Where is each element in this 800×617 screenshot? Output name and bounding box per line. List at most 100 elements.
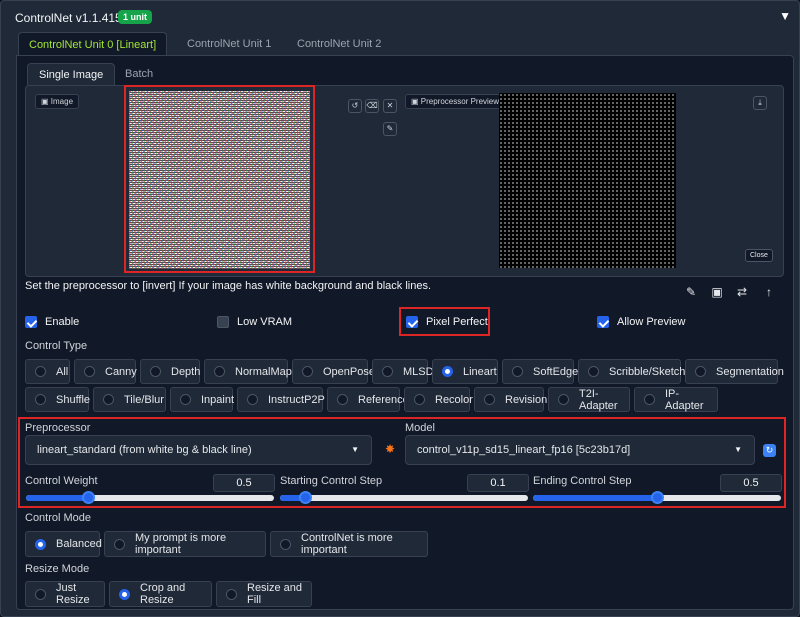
slider-thumb[interactable] bbox=[82, 491, 95, 504]
slider-fill bbox=[26, 495, 88, 501]
starting-step-label: Starting Control Step bbox=[280, 475, 383, 487]
collapse-caret-icon[interactable]: ▼ bbox=[779, 9, 791, 23]
control-type-mlsd[interactable]: MLSD bbox=[372, 359, 434, 384]
radio-dot[interactable] bbox=[382, 366, 393, 377]
radio-dot[interactable] bbox=[588, 366, 599, 377]
radio-dot[interactable] bbox=[150, 366, 161, 377]
brush-icon[interactable]: ✎ bbox=[383, 122, 397, 136]
preprocessor-label: Preprocessor bbox=[25, 422, 91, 434]
tab-batch[interactable]: Batch bbox=[114, 63, 164, 85]
undo-icon[interactable]: ↺ bbox=[348, 99, 362, 113]
control-type-normalmap[interactable]: NormalMap bbox=[204, 359, 292, 384]
control-type-reference[interactable]: Reference bbox=[327, 387, 409, 412]
resize-mode-just-resize[interactable]: Just Resize bbox=[25, 581, 105, 607]
control-type-ip-adapter[interactable]: IP-Adapter bbox=[634, 387, 718, 412]
enable-checkbox[interactable]: Enable bbox=[25, 316, 79, 328]
control-type-depth[interactable]: Depth bbox=[140, 359, 200, 384]
low-vram-checkbox[interactable]: Low VRAM bbox=[217, 316, 292, 328]
radio-dot[interactable] bbox=[35, 366, 46, 377]
radio-dot[interactable] bbox=[114, 538, 125, 550]
starting-step-slider[interactable] bbox=[280, 491, 528, 504]
edit-icon[interactable]: ✎ bbox=[684, 285, 698, 299]
radio-dot[interactable] bbox=[35, 588, 46, 600]
send-dimensions-icon[interactable]: ↑ bbox=[762, 285, 776, 299]
control-type-all[interactable]: All bbox=[25, 359, 70, 384]
radio-dot[interactable] bbox=[247, 394, 258, 405]
radio-dot[interactable] bbox=[414, 394, 425, 405]
control-type-inpaint[interactable]: Inpaint bbox=[170, 387, 234, 412]
control-type-recolor[interactable]: Recolor bbox=[404, 387, 473, 412]
checkbox-label: Enable bbox=[45, 316, 80, 328]
checkbox-label: Allow Preview bbox=[617, 316, 686, 328]
control-mode-prompt[interactable]: My prompt is more important bbox=[104, 531, 266, 557]
tab-unit-0[interactable]: ControlNet Unit 0 [Lineart] bbox=[18, 32, 168, 56]
control-mode-controlnet[interactable]: ControlNet is more important bbox=[270, 531, 428, 557]
control-type-openpose[interactable]: OpenPose bbox=[292, 359, 375, 384]
swap-icon[interactable]: ⇄ bbox=[735, 285, 749, 299]
control-mode-balanced[interactable]: Balanced bbox=[25, 531, 102, 557]
radio-dot[interactable] bbox=[644, 394, 655, 405]
radio-dot[interactable] bbox=[512, 366, 523, 377]
accordion-title[interactable]: ControlNet v1.1.415 bbox=[15, 11, 122, 25]
control-type-segmentation[interactable]: Segmentation bbox=[685, 359, 784, 384]
control-type-softedge[interactable]: SoftEdge bbox=[502, 359, 578, 384]
control-mode-label: Control Mode bbox=[25, 512, 92, 524]
control-weight-slider[interactable] bbox=[26, 491, 274, 504]
tab-unit-2[interactable]: ControlNet Unit 2 bbox=[287, 32, 391, 56]
control-type-canny[interactable]: Canny bbox=[74, 359, 137, 384]
preprocessor-preview-image bbox=[499, 93, 676, 268]
checkbox-mark[interactable] bbox=[25, 316, 37, 328]
radio-dot[interactable] bbox=[180, 394, 191, 405]
download-icon[interactable]: ⤓ bbox=[753, 96, 767, 110]
control-type-revision[interactable]: Revision bbox=[474, 387, 547, 412]
radio-dot[interactable] bbox=[302, 366, 313, 377]
radio-dot[interactable] bbox=[442, 366, 453, 377]
image-icon: ▣ bbox=[411, 97, 421, 106]
starting-step-input[interactable]: 0.1 bbox=[467, 474, 529, 492]
ending-step-slider[interactable] bbox=[533, 491, 781, 504]
close-icon[interactable]: ✕ bbox=[383, 99, 397, 113]
radio-dot[interactable] bbox=[337, 394, 348, 405]
control-type-instructp2p[interactable]: InstructP2P bbox=[237, 387, 325, 412]
resize-mode-crop-and-resize[interactable]: Crop and Resize bbox=[109, 581, 212, 607]
radio-dot[interactable] bbox=[84, 366, 95, 377]
ending-step-input[interactable]: 0.5 bbox=[720, 474, 782, 492]
tab-single-image[interactable]: Single Image bbox=[27, 63, 116, 85]
checkbox-mark[interactable] bbox=[217, 316, 229, 328]
control-type-shuffle[interactable]: Shuffle bbox=[25, 387, 90, 412]
radio-dot[interactable] bbox=[35, 394, 46, 405]
close-preview-button[interactable]: Close bbox=[745, 249, 773, 262]
image-icon: ▣ bbox=[41, 97, 51, 106]
dropdown-arrow-icon: ▼ bbox=[351, 445, 359, 454]
tab-unit-1[interactable]: ControlNet Unit 1 bbox=[177, 32, 281, 56]
preprocessor-preview-label: ▣ Preprocessor Preview bbox=[405, 94, 506, 109]
ending-step-label: Ending Control Step bbox=[533, 475, 632, 487]
eraser-icon[interactable]: ⌫ bbox=[365, 99, 379, 113]
radio-dot[interactable] bbox=[35, 538, 46, 550]
radio-dot[interactable] bbox=[695, 366, 706, 377]
dropdown-arrow-icon: ▼ bbox=[734, 445, 742, 454]
radio-dot[interactable] bbox=[226, 588, 237, 600]
control-type-tile-blur[interactable]: Tile/Blur bbox=[93, 387, 166, 412]
model-dropdown[interactable]: control_v11p_sd15_lineart_fp16 [5c23b17d… bbox=[405, 435, 755, 465]
radio-dot[interactable] bbox=[484, 394, 495, 405]
radio-dot[interactable] bbox=[119, 588, 130, 600]
run-preprocessor-icon[interactable]: ✸ bbox=[385, 442, 395, 456]
radio-dot[interactable] bbox=[214, 366, 225, 377]
radio-dot[interactable] bbox=[103, 394, 114, 405]
resize-mode-resize-and-fill[interactable]: Resize and Fill bbox=[216, 581, 312, 607]
radio-dot[interactable] bbox=[280, 538, 291, 550]
preprocessor-dropdown[interactable]: lineart_standard (from white bg & black … bbox=[25, 435, 372, 465]
refresh-models-icon[interactable]: ↻ bbox=[763, 444, 776, 457]
camera-icon[interactable]: ▣ bbox=[710, 285, 724, 299]
control-type-t2i-adapter[interactable]: T2I-Adapter bbox=[548, 387, 630, 412]
slider-thumb[interactable] bbox=[651, 491, 664, 504]
allow-preview-checkbox[interactable]: Allow Preview bbox=[597, 316, 685, 328]
control-type-lineart[interactable]: Lineart bbox=[432, 359, 498, 384]
control-weight-input[interactable]: 0.5 bbox=[213, 474, 275, 492]
checkbox-mark[interactable] bbox=[597, 316, 609, 328]
slider-thumb[interactable] bbox=[299, 491, 312, 504]
radio-dot[interactable] bbox=[558, 394, 569, 405]
model-label: Model bbox=[405, 422, 435, 434]
control-type-scribble[interactable]: Scribble/Sketch bbox=[578, 359, 685, 384]
